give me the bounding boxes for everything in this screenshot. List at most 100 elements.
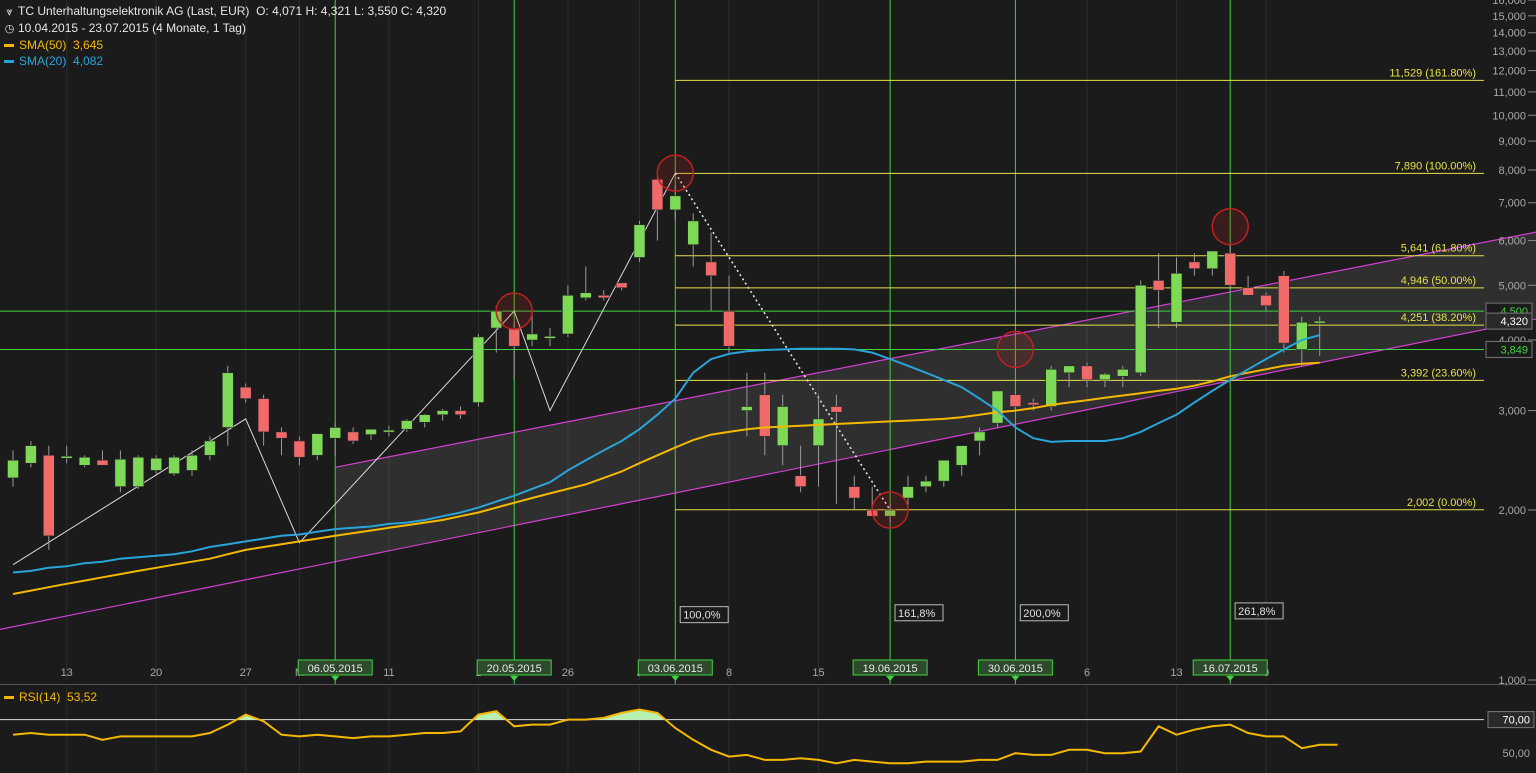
legend-sma20[interactable]: SMA(20) 4,082 <box>4 54 103 68</box>
candle-body <box>955 445 968 466</box>
candle-body <box>472 336 485 403</box>
candle-body <box>7 459 19 479</box>
candle-body <box>830 406 843 413</box>
candle-body <box>705 261 717 276</box>
x-axis-tick-label: 13 <box>61 667 73 679</box>
chart-type-icon[interactable]: ⩔ <box>4 6 15 19</box>
y-axis-tick-label: 1,000 <box>1498 675 1526 687</box>
candle-body <box>562 294 574 335</box>
y-axis-tick-label: 10,000 <box>1492 110 1526 122</box>
x-axis-tick-label: 8 <box>726 667 732 679</box>
sma20-value: 4,082 <box>73 54 104 68</box>
candle-body <box>1188 261 1201 269</box>
rsi-value: 53,52 <box>67 690 98 704</box>
candle-body <box>1045 368 1057 407</box>
date-marker-label: 30.06.2015 <box>988 663 1043 675</box>
candle-body <box>168 456 180 474</box>
candle-body <box>848 486 861 499</box>
header-range-row: ◷ 10.04.2015 - 23.07.2015 (4 Monate, 1 Ta… <box>4 21 246 35</box>
candle-body <box>1099 373 1111 381</box>
fib-level-label: 4,946 (50.00%) <box>1401 275 1476 287</box>
pivot-circle <box>1211 207 1249 246</box>
x-axis-tick-label: 13 <box>1170 667 1182 679</box>
date-marker-label: 06.05.2015 <box>308 663 363 675</box>
candle-body <box>275 431 288 439</box>
y-axis-tick-label: 7,000 <box>1498 198 1526 210</box>
fib-level-label: 11,529 (161.80%) <box>1389 67 1476 79</box>
time-extension-label: 200,0% <box>1023 608 1061 620</box>
rsi-tick-label: 50,00 <box>1502 748 1530 760</box>
candle-body <box>794 475 807 487</box>
candle-body <box>347 431 359 442</box>
y-axis-tick-label: 2,000 <box>1498 505 1526 517</box>
fib-level-label: 7,890 (100.00%) <box>1395 160 1476 172</box>
x-axis-tick-label: 20 <box>150 667 162 679</box>
pivot-circle <box>996 330 1035 369</box>
candle-body <box>365 428 377 435</box>
header-range: 10.04.2015 - 23.07.2015 (4 Monate, 1 Tag… <box>18 21 246 35</box>
legend-rsi[interactable]: RSI(14) 53,52 <box>4 690 97 704</box>
y-axis-tick-label: 3,000 <box>1498 406 1526 418</box>
x-axis-tick-label: 26 <box>562 667 574 679</box>
y-axis-tick-label: 15,000 <box>1492 11 1526 23</box>
candle-body <box>454 410 467 415</box>
candle-body <box>1224 252 1236 286</box>
y-axis-tick-label: 6,000 <box>1498 236 1526 248</box>
candle-body <box>758 394 771 437</box>
header-title: TC Unterhaltungselektronik AG (Last, EUR… <box>18 4 250 18</box>
time-extension-label: 161,8% <box>898 608 936 620</box>
y-axis-tick-label: 13,000 <box>1492 46 1526 58</box>
x-axis-tick-label: 27 <box>240 667 252 679</box>
y-axis-tick-label: 14,000 <box>1492 28 1526 40</box>
candle-body <box>741 406 753 411</box>
candle-body <box>329 427 342 439</box>
rsi-level-tag: 70,00 <box>1502 715 1530 727</box>
date-marker-label: 16.07.2015 <box>1203 663 1258 675</box>
candle-body <box>1027 402 1040 406</box>
sma20-swatch <box>4 60 14 64</box>
candle-body <box>920 480 932 487</box>
y-axis-tick-label: 9,000 <box>1498 136 1526 148</box>
candle-body <box>418 414 431 423</box>
candle-body <box>1260 294 1272 307</box>
x-axis-tick-label: 15 <box>812 667 824 679</box>
candle-body <box>544 336 556 339</box>
candle-body <box>1278 275 1290 344</box>
candle-body <box>723 310 735 347</box>
candle-body <box>436 410 449 415</box>
candle-body <box>257 398 270 433</box>
sma20-label: SMA(20) <box>19 54 67 68</box>
candle-body <box>78 456 91 466</box>
candle-body <box>311 433 324 456</box>
header-ohlc: O: 4,071 H: 4,321 L: 3,550 C: 4,320 <box>256 4 447 18</box>
candle-body <box>293 440 306 458</box>
candle-body <box>114 458 127 487</box>
fib-level-label: 4,251 (38.20%) <box>1401 312 1476 324</box>
header-title-row: ⩔ TC Unterhaltungselektronik AG (Last, EU… <box>4 4 446 19</box>
stock-chart[interactable]: 11,529 (161.80%) 7,890 (100.00%) 5,641 (61… <box>0 0 1536 773</box>
candle-body <box>1313 320 1326 324</box>
candle-body <box>526 333 538 341</box>
candle-body <box>1170 273 1183 323</box>
y-axis-tick-label: 11,000 <box>1493 87 1526 99</box>
candle-body <box>1296 321 1308 350</box>
candle-body <box>1206 250 1219 269</box>
legend-sma50[interactable]: SMA(50) 3,645 <box>4 38 103 52</box>
candle-body <box>687 220 700 245</box>
x-axis-tick-label: 6 <box>1084 667 1090 679</box>
time-extension-label: 100,0% <box>683 610 721 622</box>
pivot-circle <box>871 491 909 529</box>
candle-body <box>42 454 55 537</box>
candle-body <box>902 486 914 499</box>
fib-level-label: 2,002 (0.00%) <box>1407 497 1476 509</box>
date-marker-label: 19.06.2015 <box>863 663 918 675</box>
time-extension-label: 261,8% <box>1238 606 1276 618</box>
candle-body <box>633 224 646 258</box>
candle-body <box>132 456 145 487</box>
candle-body <box>1152 280 1165 291</box>
fib-level-label: 3,392 (23.60%) <box>1401 367 1476 379</box>
candle-body <box>1063 365 1075 374</box>
date-marker-label: 03.06.2015 <box>648 663 703 675</box>
sma50-swatch <box>4 44 14 48</box>
candle-body <box>615 282 628 289</box>
